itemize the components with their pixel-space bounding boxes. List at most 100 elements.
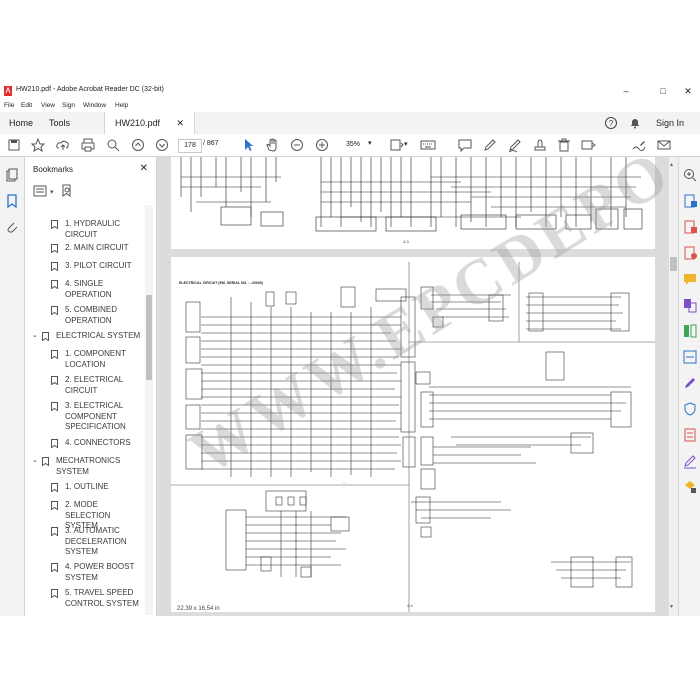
bookmark-ribbon-icon — [51, 589, 58, 598]
bookmark-item-travel-speed-control-system[interactable]: 5. TRAVEL SPEED CONTROL SYSTEM — [51, 588, 145, 609]
comment-icon[interactable] — [457, 137, 473, 153]
compress-pdf-icon[interactable] — [682, 427, 698, 443]
create-pdf-icon[interactable] — [682, 219, 698, 235]
menu-help[interactable]: Help — [115, 102, 128, 109]
bookmark-item-combined-operation[interactable]: 5. COMBINED OPERATION — [51, 305, 145, 326]
bookmark-ribbon-icon — [51, 527, 58, 536]
menu-view[interactable]: View — [41, 102, 55, 109]
bookmarks-panel-icon[interactable] — [4, 193, 20, 209]
bookmark-item-main-circuit[interactable]: 2. MAIN CIRCUIT — [51, 243, 145, 254]
comment-tool-icon[interactable] — [682, 271, 698, 287]
help-icon[interactable]: ? — [604, 112, 618, 134]
edit-pdf-icon[interactable] — [682, 245, 698, 261]
close-tab-icon[interactable]: ✕ — [177, 118, 185, 128]
request-signature-icon[interactable] — [682, 453, 698, 469]
notifications-bell-icon[interactable] — [629, 112, 641, 134]
protect-shield-icon[interactable] — [682, 401, 698, 417]
bookmark-item-single-operation[interactable]: 4. SINGLE OPERATION — [51, 279, 145, 300]
bookmarks-scroll-thumb[interactable] — [146, 295, 152, 380]
find-search-icon[interactable] — [105, 137, 121, 153]
page-number-input[interactable]: 178 — [178, 139, 202, 153]
scan-ocr-icon[interactable] — [682, 349, 698, 365]
bookmark-options-icon[interactable]: ▾ — [33, 185, 55, 197]
bookmark-item-pilot-circuit[interactable]: 3. PILOT CIRCUIT — [51, 261, 145, 272]
more-tools-rail-icon[interactable] — [682, 479, 698, 495]
upload-cloud-icon[interactable] — [55, 137, 71, 153]
bookmark-ribbon-icon — [51, 376, 58, 385]
svg-text:?: ? — [609, 119, 614, 128]
save-icon[interactable] — [6, 137, 22, 153]
bookmark-item-mechatronics-system[interactable]: ⌄ MECHATRONICS SYSTEM — [32, 456, 145, 477]
delete-trash-icon[interactable] — [556, 137, 572, 153]
previous-page-icon[interactable] — [130, 137, 146, 153]
bookmark-item-electrical-circuit[interactable]: 2. ELECTRICAL CIRCUIT — [51, 375, 145, 396]
zoom-out-icon[interactable] — [289, 137, 305, 153]
scroll-up-arrow-icon[interactable]: ▴ — [670, 161, 673, 168]
collapse-chevron-icon[interactable]: ⌄ — [32, 456, 38, 467]
bookmark-label: 1. COMPONENT LOCATION — [65, 349, 126, 369]
bookmark-item-automatic-deceleration-system[interactable]: 3. AUTOMATIC DECELERATION SYSTEM — [51, 526, 145, 558]
close-panel-icon[interactable]: ✕ — [140, 163, 148, 174]
search-zoom-tool-icon[interactable] — [682, 167, 698, 183]
share-mail-icon[interactable] — [656, 137, 672, 153]
menu-window[interactable]: Window — [83, 102, 106, 109]
highlight-pen-icon[interactable] — [482, 137, 498, 153]
zoom-in-icon[interactable] — [314, 137, 330, 153]
more-tools-icon[interactable] — [580, 137, 596, 153]
document-view[interactable]: 4-3 ELECTRICAL CIRCUIT (EM, SERIAL NO. :… — [157, 157, 669, 616]
zoom-dropdown-chevron-icon[interactable]: ▾ — [368, 139, 372, 147]
page-thumbnails-icon[interactable] — [4, 167, 20, 183]
bookmark-item-electrical-component-specification[interactable]: 3. ELECTRICAL COMPONENT SPECIFICATION — [51, 401, 145, 433]
minimize-button[interactable]: – — [614, 84, 638, 98]
menu-file[interactable]: File — [4, 102, 14, 109]
bookmark-label: 3. ELECTRICAL COMPONENT SPECIFICATION — [65, 401, 126, 431]
tab-home[interactable]: Home — [9, 112, 33, 134]
bookmark-star-icon[interactable] — [30, 137, 46, 153]
document-scrollbar[interactable]: ▴ ▾ — [669, 157, 678, 616]
maximize-button[interactable]: □ — [651, 84, 675, 98]
tab-tools[interactable]: Tools — [49, 112, 70, 134]
sign-pen-icon[interactable] — [631, 137, 647, 153]
bookmark-item-component-location[interactable]: 1. COMPONENT LOCATION — [51, 349, 145, 370]
close-button[interactable]: ✕ — [676, 84, 700, 98]
top-page-footer: 4-3 — [403, 239, 410, 244]
bookmark-ribbon-icon — [42, 332, 49, 341]
bookmark-label: 5. TRAVEL SPEED CONTROL SYSTEM — [65, 588, 139, 608]
draw-freeform-icon[interactable] — [507, 137, 523, 153]
attachments-paperclip-icon[interactable] — [4, 219, 20, 235]
page-display-chevron-icon[interactable]: ▾ — [404, 140, 408, 148]
next-page-icon[interactable] — [154, 137, 170, 153]
select-cursor-icon[interactable] — [240, 137, 256, 153]
bookmark-item-connectors[interactable]: 4. CONNECTORS — [51, 438, 145, 449]
page-display-icon[interactable] — [388, 137, 404, 153]
sign-in-link[interactable]: Sign In — [656, 112, 684, 134]
bookmarks-scrollbar[interactable] — [145, 205, 153, 615]
collapse-chevron-icon[interactable]: ⌄ — [32, 331, 38, 342]
bookmark-item-electrical-system[interactable]: ⌄ ELECTRICAL SYSTEM — [32, 331, 145, 342]
stamp-icon[interactable] — [532, 137, 548, 153]
bookmark-item-power-boost-system[interactable]: 4. POWER BOOST SYSTEM — [51, 562, 145, 583]
organize-pages-icon[interactable] — [682, 323, 698, 339]
find-bookmark-icon[interactable] — [61, 184, 73, 198]
bookmarks-title: Bookmarks — [33, 165, 74, 174]
tab-document[interactable]: HW210.pdf ✕ — [104, 112, 196, 134]
menu-sign[interactable]: Sign — [62, 102, 75, 109]
menu-edit[interactable]: Edit — [21, 102, 32, 109]
combine-files-icon[interactable] — [682, 297, 698, 313]
export-pdf-icon[interactable] — [682, 193, 698, 209]
bookmark-ribbon-icon — [51, 244, 58, 253]
hand-tool-icon[interactable] — [264, 137, 280, 153]
zoom-level-select[interactable]: 35% — [338, 139, 368, 151]
keyboard-icon[interactable] — [420, 137, 436, 153]
bookmark-item-outline[interactable]: 1. OUTLINE — [51, 482, 145, 493]
bookmark-item-hydraulic-circuit[interactable]: 1. HYDRAULIC CIRCUIT — [51, 219, 145, 240]
print-icon[interactable] — [80, 137, 96, 153]
bookmark-item-clipped: — — [65, 203, 73, 206]
fill-sign-icon[interactable] — [682, 375, 698, 391]
menu-bar: File Edit View Sign Window Help — [0, 100, 700, 112]
scroll-down-arrow-icon[interactable]: ▾ — [670, 603, 673, 610]
bookmark-ribbon-icon — [51, 350, 58, 359]
document-scroll-thumb[interactable] — [670, 257, 677, 271]
zoom-level-value: 35% — [345, 141, 360, 148]
svg-text:▾: ▾ — [50, 189, 54, 196]
